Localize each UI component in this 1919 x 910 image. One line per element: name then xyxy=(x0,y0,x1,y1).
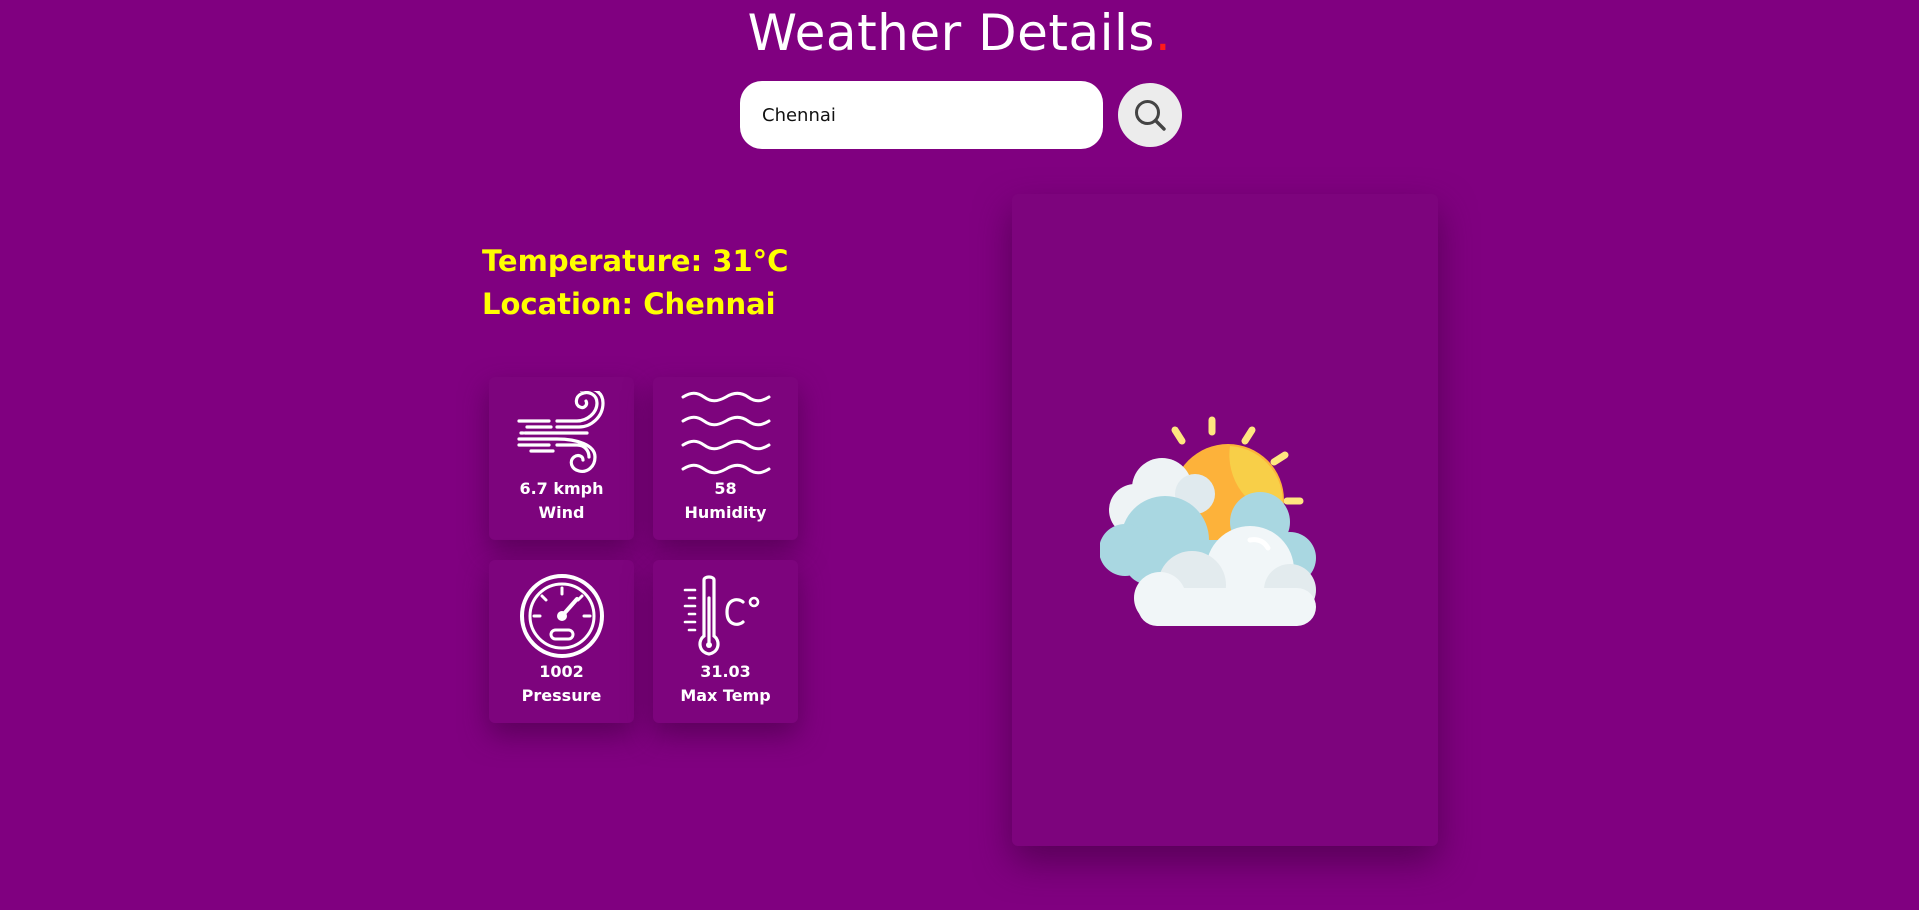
max-temp-value: 31.03 xyxy=(700,662,751,681)
page-title-text: Weather Details xyxy=(747,4,1155,62)
city-search-input[interactable] xyxy=(740,81,1103,149)
humidity-label: Humidity xyxy=(684,503,767,522)
max-temp-label: Max Temp xyxy=(680,686,771,705)
wind-tile: 6.7 kmph Wind xyxy=(489,377,634,540)
pressure-label: Pressure xyxy=(521,686,602,705)
max-temp-tile: 31.03 Max Temp xyxy=(653,560,798,723)
waves-icon xyxy=(681,391,770,475)
humidity-tile: 58 Humidity xyxy=(653,377,798,540)
weather-page: Weather Details. Temperature: 31°C Locat… xyxy=(0,0,1919,910)
wind-value: 6.7 kmph xyxy=(519,479,604,498)
search-button[interactable] xyxy=(1118,83,1182,147)
location-text: Location: Chennai xyxy=(482,287,776,321)
humidity-value: 58 xyxy=(714,479,737,498)
search-icon xyxy=(1135,100,1166,131)
gauge-icon xyxy=(519,574,604,658)
wind-label: Wind xyxy=(538,503,585,522)
weather-illustration-card xyxy=(1012,194,1438,846)
page-title: Weather Details. xyxy=(0,4,1919,62)
weather-summary: Temperature: 31°C Location: Chennai xyxy=(482,240,788,326)
wind-icon xyxy=(516,391,605,473)
pressure-value: 1002 xyxy=(539,662,584,681)
thermometer-icon xyxy=(683,575,759,656)
temperature-text: Temperature: 31°C xyxy=(482,244,789,278)
partly-cloudy-icon xyxy=(1100,416,1316,626)
title-dot: . xyxy=(1154,4,1172,62)
pressure-tile: 1002 Pressure xyxy=(489,560,634,723)
